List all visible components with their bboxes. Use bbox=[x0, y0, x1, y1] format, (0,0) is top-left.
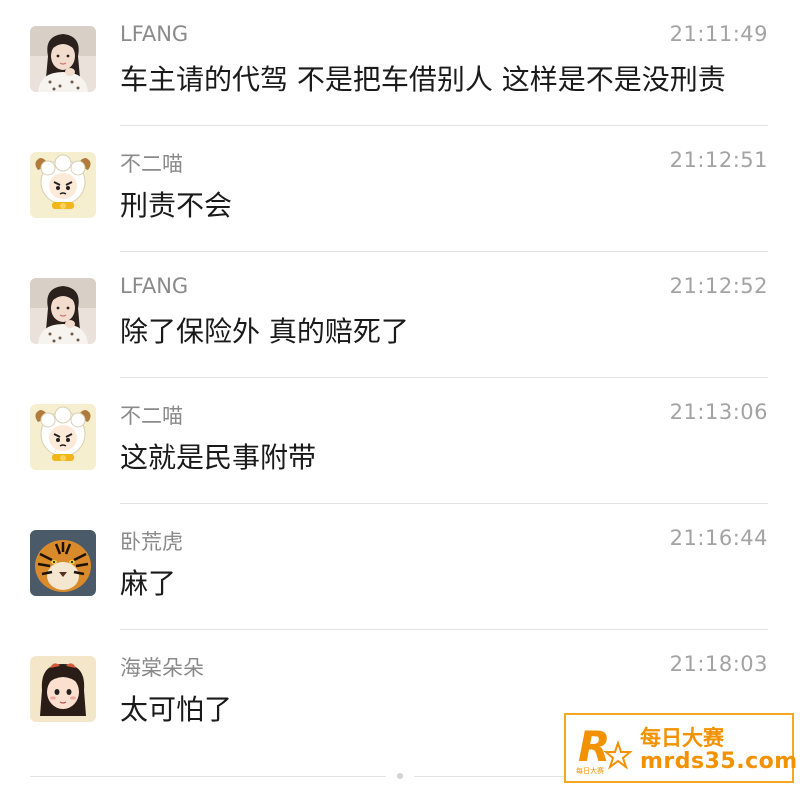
sender-name[interactable]: 不二喵 bbox=[120, 148, 183, 178]
watermark-logo-caption: 每日大赛 bbox=[576, 766, 604, 775]
message-row[interactable]: 卧荒虎 21:16:44 麻了 bbox=[0, 504, 800, 630]
message-row[interactable]: 不二喵 21:12:51 刑责不会 bbox=[0, 126, 800, 252]
message-text: 太可怕了 bbox=[120, 693, 233, 726]
avatar-image bbox=[30, 152, 96, 218]
cartoon-girl-avatar[interactable] bbox=[30, 656, 96, 722]
avatar-image bbox=[30, 278, 96, 344]
message-time: 21:11:49 bbox=[669, 22, 768, 46]
scroll-indicator-dot bbox=[397, 773, 403, 779]
message-text: 车主请的代驾 不是把车借别人 这样是不是没刑责 bbox=[120, 63, 726, 96]
message-text: 这就是民事附带 bbox=[120, 441, 317, 474]
message-text: 除了保险外 真的赔死了 bbox=[120, 315, 409, 348]
message-row[interactable]: 不二喵 21:13:06 这就是民事附带 bbox=[0, 378, 800, 504]
avatar-image bbox=[30, 530, 96, 596]
tiger-photo-avatar[interactable] bbox=[30, 530, 96, 596]
watermark-logo-letter: R bbox=[578, 722, 610, 771]
avatar-image bbox=[30, 404, 96, 470]
sender-name[interactable]: 卧荒虎 bbox=[120, 526, 183, 556]
message-time: 21:16:44 bbox=[669, 526, 768, 550]
watermark-url: mrds35.com bbox=[640, 749, 798, 774]
girl-photo-avatar[interactable] bbox=[30, 26, 96, 92]
message-row[interactable]: LFANG 21:12:52 除了保险外 真的赔死了 bbox=[0, 252, 800, 378]
sender-name[interactable]: 海棠朵朵 bbox=[120, 652, 204, 682]
avatar-image bbox=[30, 26, 96, 92]
message-time: 21:12:51 bbox=[669, 148, 768, 172]
avatar-image bbox=[30, 656, 96, 722]
message-row[interactable]: LFANG 21:11:49 车主请的代驾 不是把车借别人 这样是不是没刑责 bbox=[0, 0, 800, 126]
message-text: 刑责不会 bbox=[120, 189, 233, 222]
bottom-divider-left bbox=[30, 776, 386, 777]
sender-name[interactable]: 不二喵 bbox=[120, 400, 183, 430]
sender-name[interactable]: LFANG bbox=[120, 22, 188, 46]
message-time: 21:12:52 bbox=[669, 274, 768, 298]
watermark-title: 每日大赛 bbox=[640, 726, 724, 750]
watermark-logo-icon: R 每日大赛 bbox=[576, 722, 633, 775]
sender-name[interactable]: LFANG bbox=[120, 274, 188, 298]
sheep-cartoon-avatar[interactable] bbox=[30, 404, 96, 470]
message-time: 21:13:06 bbox=[669, 400, 768, 424]
message-time: 21:18:03 bbox=[669, 652, 768, 676]
message-text: 麻了 bbox=[120, 567, 177, 600]
chat-message-list: LFANG 21:11:49 车主请的代驾 不是把车借别人 这样是不是没刑责 不… bbox=[0, 0, 800, 792]
girl-photo-avatar[interactable] bbox=[30, 278, 96, 344]
watermark-badge: R 每日大赛 每日大赛 mrds35.com bbox=[564, 713, 797, 783]
sheep-cartoon-avatar[interactable] bbox=[30, 152, 96, 218]
